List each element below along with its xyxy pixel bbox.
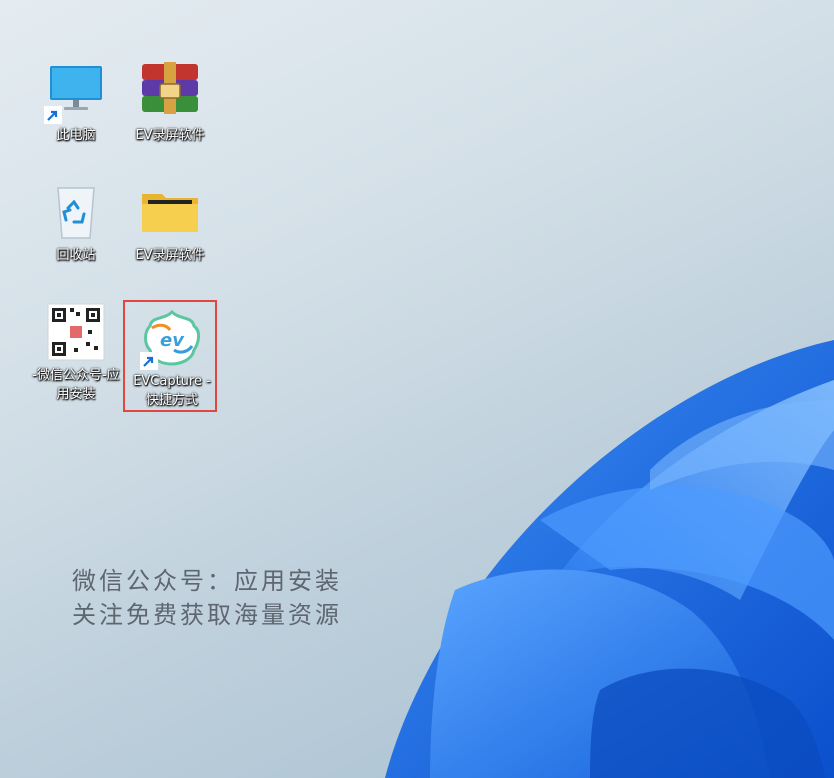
desktop-icon-this-pc[interactable]: 此电脑	[30, 60, 122, 145]
this-pc-icon	[44, 60, 108, 124]
evcapture-logo-icon: ev	[140, 306, 204, 370]
desktop[interactable]: 此电脑 EV录屏软件 回收站 EV录屏软件 -微信公众号-应用安装 ev EVC…	[0, 0, 834, 778]
desktop-icon-label: 此电脑	[56, 128, 96, 143]
desktop-icon-label: EV录屏软件	[135, 128, 205, 143]
desktop-icon-ev-archive[interactable]: EV录屏软件	[124, 60, 216, 145]
qr-code-icon	[44, 300, 108, 364]
folder-icon	[138, 180, 202, 244]
recycle-bin-icon	[44, 180, 108, 244]
promo-line-2: 关注免费获取海量资源	[72, 601, 342, 629]
shortcut-arrow-icon	[44, 106, 62, 124]
desktop-icon-label: EV录屏软件	[135, 248, 205, 263]
svg-text:ev: ev	[160, 330, 185, 351]
desktop-icon-evcapture-shortcut[interactable]: ev EVCapture - 快捷方式	[123, 300, 218, 412]
winrar-archive-icon	[138, 60, 202, 124]
promo-watermark-text: 微信公众号：应用安装 关注免费获取海量资源	[72, 564, 342, 632]
shortcut-arrow-icon	[140, 352, 158, 370]
desktop-icon-label: -微信公众号-应用安装	[32, 368, 120, 402]
desktop-icon-ev-folder[interactable]: EV录屏软件	[124, 180, 216, 265]
desktop-icon-label: 回收站	[56, 248, 96, 263]
desktop-icon-wechat-qr[interactable]: -微信公众号-应用安装	[30, 300, 122, 404]
desktop-icon-recycle-bin[interactable]: 回收站	[30, 180, 122, 265]
promo-line-1: 微信公众号：应用安装	[72, 567, 342, 595]
desktop-icon-label: EVCapture - 快捷方式	[133, 374, 211, 408]
